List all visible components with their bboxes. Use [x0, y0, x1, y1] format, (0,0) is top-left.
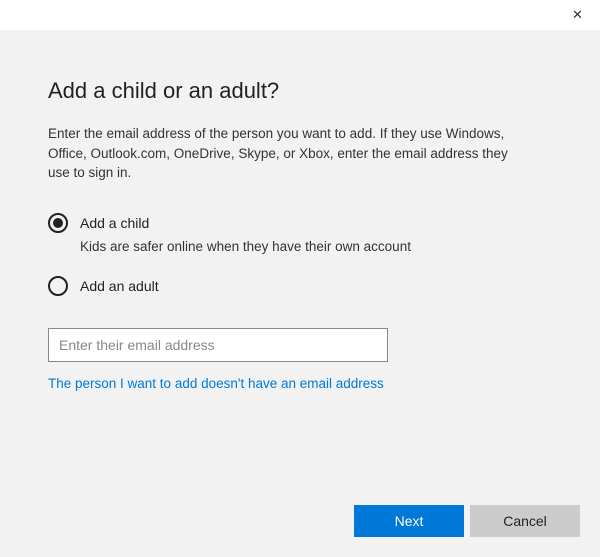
close-icon: ✕ [572, 7, 583, 23]
radio-icon [48, 213, 68, 233]
radio-add-adult[interactable]: Add an adult [48, 276, 552, 296]
description-text: Enter the email address of the person yo… [48, 124, 528, 183]
page-title: Add a child or an adult? [48, 78, 552, 104]
cancel-button[interactable]: Cancel [470, 505, 580, 537]
dialog-panel: Add a child or an adult? Enter the email… [0, 30, 600, 557]
radio-label: Add an adult [80, 278, 159, 294]
radio-icon [48, 276, 68, 296]
email-field[interactable] [48, 328, 388, 362]
radio-selected-dot [53, 218, 63, 228]
next-button[interactable]: Next [354, 505, 464, 537]
no-email-link[interactable]: The person I want to add doesn't have an… [48, 376, 384, 391]
radio-label: Add a child [80, 215, 149, 231]
radio-add-child[interactable]: Add a child [48, 213, 552, 233]
dialog-footer: Next Cancel [354, 505, 580, 537]
account-type-radio-group: Add a child Kids are safer online when t… [48, 213, 552, 296]
titlebar: ✕ [0, 0, 600, 30]
close-button[interactable]: ✕ [555, 0, 600, 30]
child-sublabel: Kids are safer online when they have the… [80, 239, 552, 254]
